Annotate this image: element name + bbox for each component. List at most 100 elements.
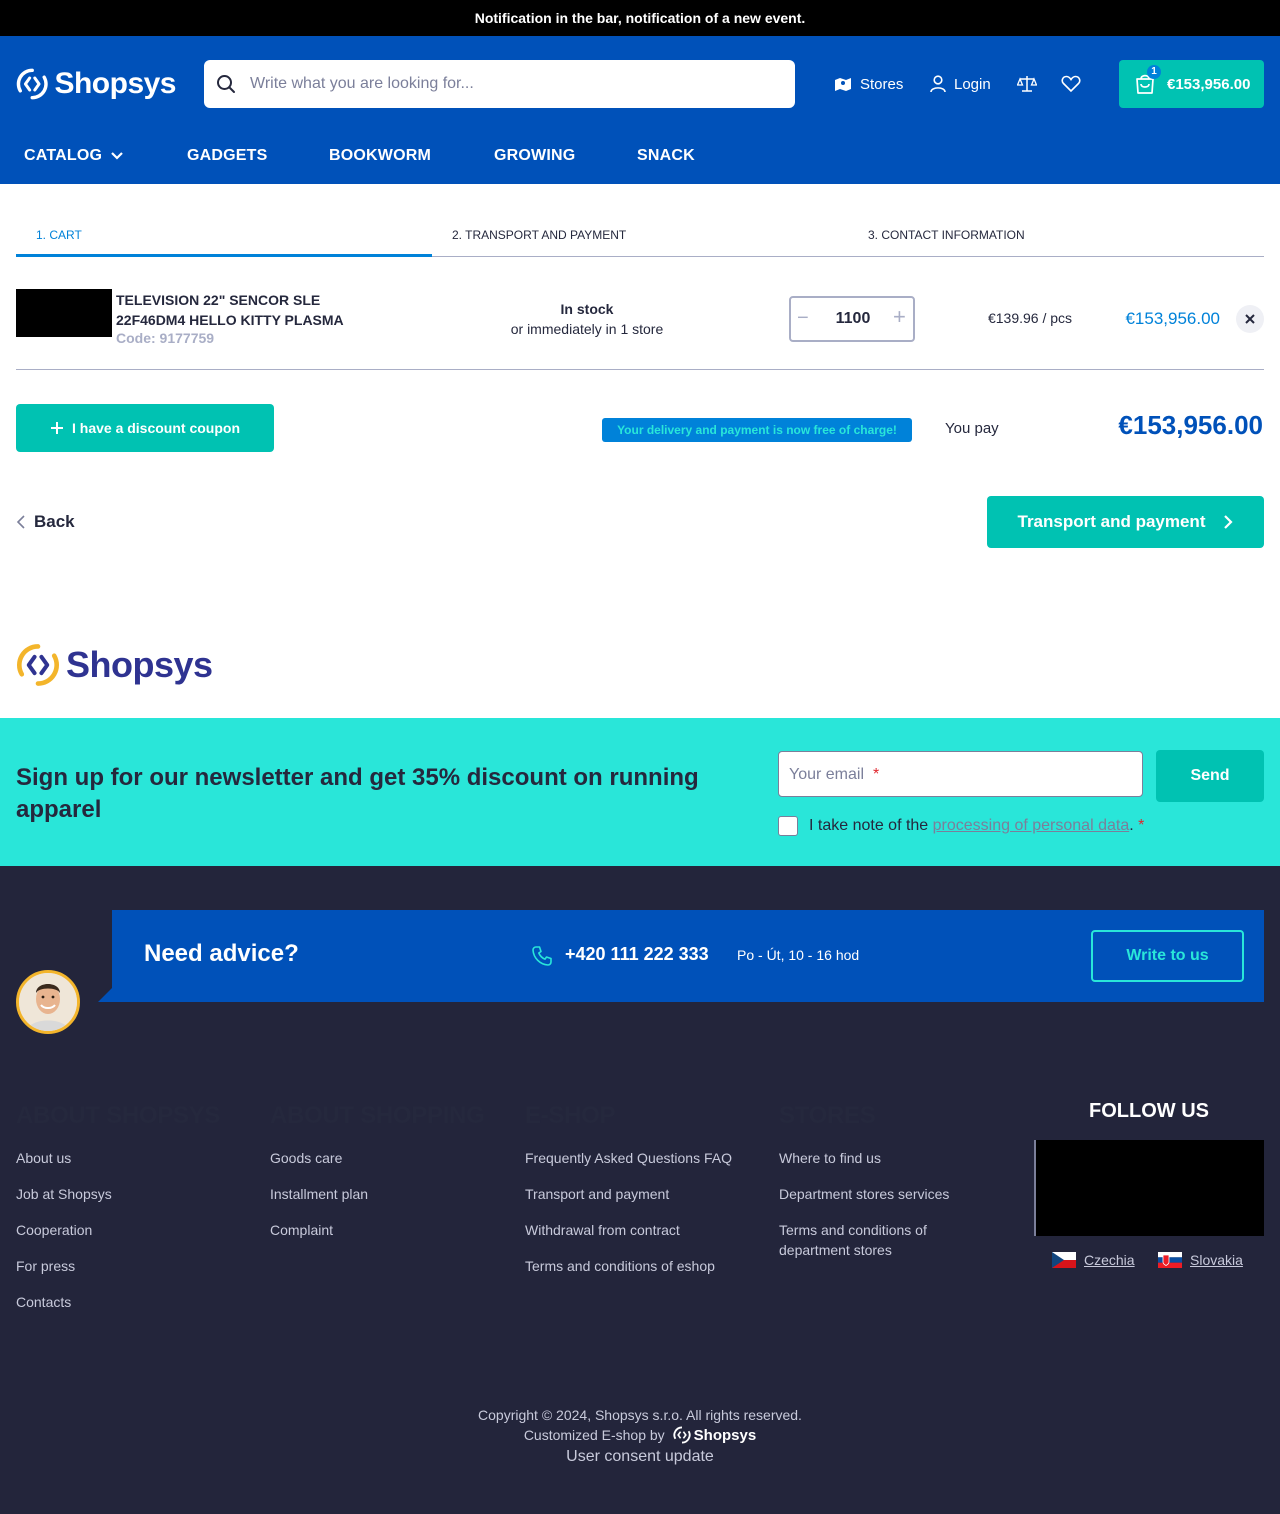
increase-quantity-button[interactable]: + [893, 306, 906, 328]
shopsys-logo-icon [16, 68, 48, 100]
footer-column-title: ABOUT SHOPPING [270, 1102, 485, 1129]
remove-item-button[interactable] [1236, 305, 1264, 333]
footer-link[interactable]: For press [16, 1256, 256, 1276]
cart-button[interactable]: 1 €153,956.00 [1119, 60, 1264, 108]
consent-checkbox[interactable] [778, 816, 798, 836]
footer-link[interactable]: Job at Shopsys [16, 1184, 256, 1204]
free-delivery-badge: Your delivery and payment is now free of… [602, 418, 912, 442]
customized-by: Customized E-shop by Shopsys [0, 1426, 1280, 1444]
footer-link[interactable]: Terms and conditions of eshop [525, 1256, 765, 1276]
shopsys-logo-icon [673, 1426, 691, 1444]
consent-text: I take note of the processing of persona… [809, 817, 1144, 835]
social-embed[interactable] [1034, 1140, 1264, 1236]
footer-link[interactable]: About us [16, 1148, 256, 1168]
footer-column-title: E-SHOP [525, 1102, 616, 1129]
footer-link[interactable]: Withdrawal from contract [525, 1220, 765, 1240]
transport-and-payment-button[interactable]: Transport and payment [987, 496, 1264, 548]
shopsys-footer-logo-text: Shopsys [693, 1426, 757, 1444]
advisor-avatar [16, 970, 80, 1034]
discount-coupon-button[interactable]: I have a discount coupon [16, 404, 274, 452]
advice-phone[interactable]: +420 111 222 333 [565, 944, 709, 965]
newsletter-title: Sign up for our newsletter and get 35% d… [16, 764, 699, 823]
nav-item-growing[interactable]: GROWING [494, 137, 575, 175]
availability-store[interactable]: or immediately in 1 store [487, 320, 687, 338]
step-transport-payment[interactable]: 2. TRANSPORT AND PAYMENT [452, 228, 626, 242]
product-name[interactable]: TELEVISION 22" SENCOR SLE 22F46DM4 HELLO… [116, 290, 366, 330]
product-image[interactable] [16, 289, 112, 337]
chevron-right-icon [1224, 515, 1234, 529]
step-cart[interactable]: 1. CART [36, 228, 82, 242]
consent-suffix: . [1129, 817, 1134, 834]
nav-item-gadgets[interactable]: GADGETS [187, 137, 268, 175]
login-label: Login [954, 75, 991, 93]
shopsys-footer-logo[interactable]: Shopsys [673, 1426, 757, 1444]
footer-link[interactable]: Terms and conditions of department store… [779, 1220, 979, 1260]
availability: In stock [560, 301, 614, 317]
search-box [204, 60, 795, 108]
decrease-quantity-button[interactable]: − [797, 308, 809, 328]
footer-column-title: ABOUT SHOPSYS [16, 1102, 221, 1129]
stores-link[interactable]: Stores [834, 60, 903, 108]
unit-price: €139.96 / pcs [987, 310, 1073, 326]
follow-us-title: FOLLOW US [1089, 1100, 1209, 1122]
czech-flag-icon [1052, 1252, 1076, 1268]
search-input[interactable] [250, 60, 780, 108]
notification-bar: Notification in the bar, notification of… [0, 0, 1280, 36]
footer-link[interactable]: Department stores services [779, 1184, 979, 1204]
language-label: Czechia [1084, 1252, 1135, 1268]
you-pay-total: €153,956.00 [1118, 410, 1263, 440]
footer-link[interactable]: Goods care [270, 1148, 510, 1168]
language-slovakia[interactable]: Slovakia [1158, 1252, 1243, 1268]
footer-link[interactable]: Transport and payment [525, 1184, 765, 1204]
cart-total: €153,956.00 [1167, 75, 1251, 93]
close-icon [1245, 314, 1255, 324]
nav-item-snack[interactable]: SNACK [637, 137, 695, 175]
nav-item-catalog[interactable]: CATALOG [24, 137, 124, 175]
footer-link[interactable]: Contacts [16, 1292, 256, 1312]
map-icon [835, 78, 851, 91]
slovak-flag-icon [1158, 1252, 1182, 1268]
quantity-input[interactable]: 1100 [819, 310, 887, 328]
language-label: Slovakia [1190, 1252, 1243, 1268]
personal-data-link[interactable]: processing of personal data [933, 817, 1130, 834]
user-consent-update-link[interactable]: User consent update [0, 1448, 1280, 1466]
nav-item-bookworm[interactable]: BOOKWORM [329, 137, 431, 175]
chevron-down-icon [111, 152, 123, 160]
write-to-us-button[interactable]: Write to us [1091, 930, 1244, 982]
line-total: €153,956.00 [1125, 309, 1220, 328]
newsletter-send-button[interactable]: Send [1156, 750, 1264, 802]
active-step-indicator [16, 254, 432, 257]
login-link[interactable]: Login [930, 60, 991, 108]
brand-logo[interactable]: Shopsys [16, 642, 213, 688]
advice-speech-tail [98, 986, 114, 1002]
footer-column-title: STORES [779, 1102, 876, 1129]
discount-coupon-label: I have a discount coupon [71, 420, 241, 436]
search-icon[interactable] [216, 74, 236, 94]
compare-link[interactable] [1017, 60, 1037, 108]
newsletter-email-field[interactable]: Your email * [778, 751, 1143, 797]
step-contact-information[interactable]: 3. CONTACT INFORMATION [868, 228, 1025, 242]
logo[interactable]: Shopsys [16, 64, 176, 104]
plus-icon [50, 422, 63, 434]
language-czechia[interactable]: Czechia [1052, 1252, 1135, 1268]
back-link[interactable]: Back [16, 510, 75, 534]
you-pay-label: You pay [945, 420, 999, 437]
wishlist-link[interactable] [1061, 60, 1081, 108]
footer-link[interactable]: Complaint [270, 1220, 510, 1240]
consent-required-mark: * [1138, 817, 1145, 834]
logo-text: Shopsys [54, 67, 176, 100]
footer-link[interactable]: Where to find us [779, 1148, 979, 1168]
scales-icon [1017, 76, 1037, 92]
transport-and-payment-label: Transport and payment [1017, 512, 1206, 531]
footer-link[interactable]: Installment plan [270, 1184, 510, 1204]
phone-icon [532, 946, 552, 966]
person-avatar-icon [19, 973, 77, 1031]
consent-prefix: I take note of the [809, 817, 933, 834]
shopsys-logo-icon [17, 644, 59, 686]
required-mark: * [873, 766, 880, 783]
footer-link[interactable]: Frequently Asked Questions FAQ [525, 1148, 765, 1168]
footer-column-eshop: E-SHOP Frequently Asked Questions FAQ Tr… [525, 1102, 765, 1292]
cart-count-badge: 1 [1147, 65, 1161, 79]
footer-column-about-shopsys: ABOUT SHOPSYS About us Job at Shopsys Co… [16, 1102, 256, 1328]
footer-link[interactable]: Cooperation [16, 1220, 256, 1240]
